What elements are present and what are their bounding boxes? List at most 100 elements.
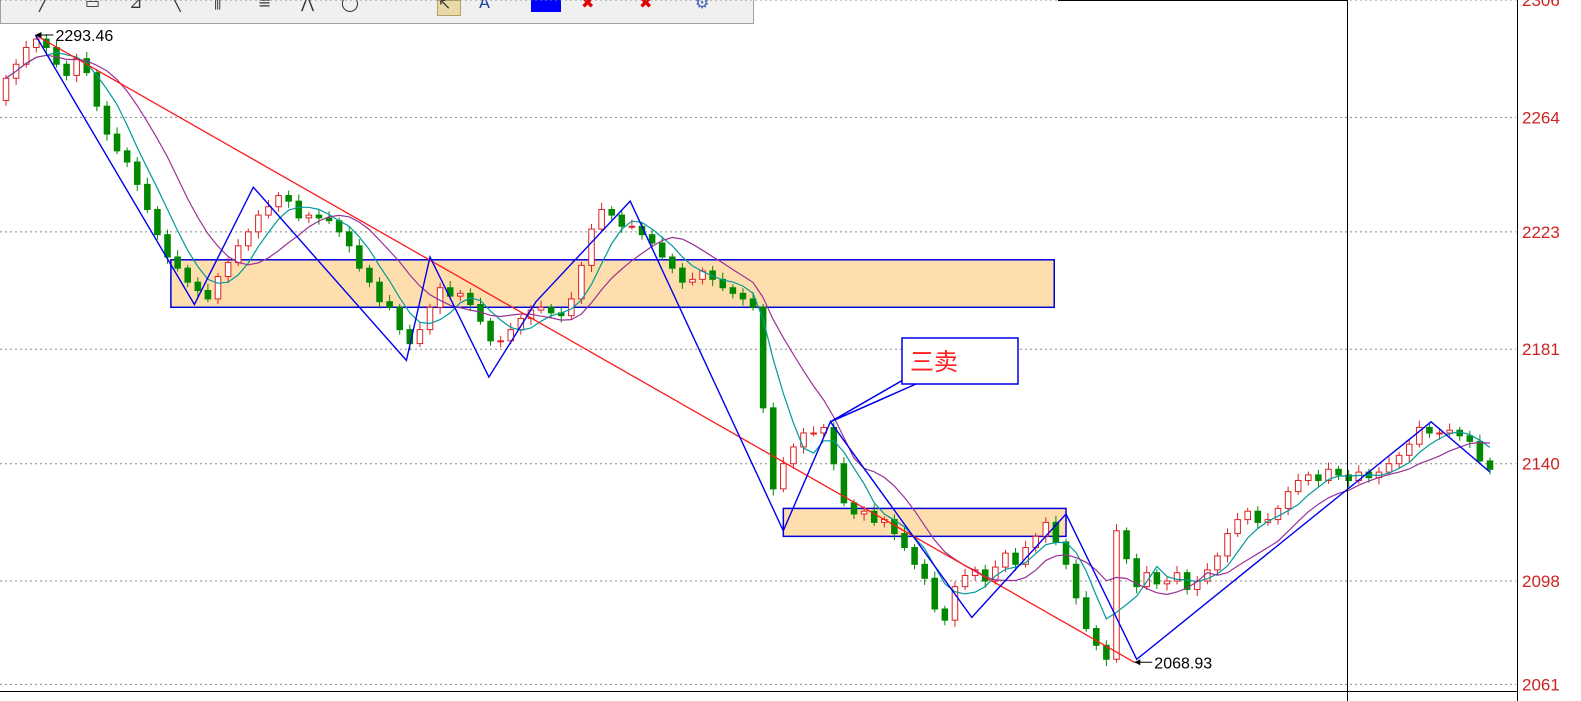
candle-body [325,217,333,222]
candle-body [224,262,232,278]
high-label: 2293.46 [55,28,113,45]
candle-body [931,577,939,610]
candle-body [366,267,373,283]
candle-body [184,267,191,283]
candle-body [1082,597,1090,630]
price-tick-label: 2061 [1522,675,1560,694]
candle-body [214,276,222,300]
candle-body [1062,541,1070,565]
extreme-arrow [1134,659,1141,666]
price-tick-label: 2181 [1522,340,1560,359]
candle-body [1254,510,1262,523]
candle-body [729,287,737,294]
candle-body [133,161,141,185]
candle-body [1093,628,1100,646]
candle-body [608,209,615,216]
candle-body [234,245,242,264]
candle-body [497,340,504,343]
candle-body [295,200,303,219]
candle-body [255,214,262,233]
candle-body [154,209,161,236]
candle-body [578,264,585,300]
candle-body [669,256,676,269]
candle-body [739,292,747,300]
candle-body [658,242,666,258]
price-tick-label: 2223 [1522,223,1560,242]
candle-body [1224,533,1231,557]
candle-body [810,432,817,435]
candle-body [103,105,111,135]
candle-body [1284,491,1292,509]
candle-body [376,281,383,303]
candle-body [537,306,545,311]
candle-body [769,407,777,490]
candle-body [618,214,626,227]
candle-body [1476,440,1484,462]
candle-body [1385,463,1393,473]
candle-body [356,245,363,269]
candle-body [941,608,949,621]
candle-body [457,292,464,297]
candle-body [63,63,70,76]
candle-body [961,574,969,588]
candle-body [1153,572,1161,585]
candle-body [1294,479,1302,493]
candle-body [426,306,434,331]
candle-body [1123,530,1130,560]
price-tick-label: 2306 [1522,0,1560,10]
candle-body [1405,443,1413,456]
candle-body [547,306,555,314]
price-tick-label: 2098 [1522,572,1560,591]
candle-body [780,463,787,490]
candle-body [436,287,444,308]
price-tick-label: 2264 [1522,108,1560,127]
candle-body [164,234,171,258]
callout-layer: 三卖 [830,337,1019,423]
candle-body [416,329,424,345]
candle-body [1436,432,1443,435]
candle-body [1446,429,1453,434]
candle-body [598,209,605,230]
candle-body [1163,580,1171,585]
candle-body [830,426,838,465]
candle-body [911,547,918,565]
candle-body [396,306,403,331]
low-label: 2068.93 [1154,655,1212,672]
candle-body [144,183,151,211]
candle-body [285,195,292,202]
candle-body [386,301,393,308]
candle-body [1234,519,1241,535]
candle-body [1244,510,1251,521]
ma-slow-line [5,54,1491,596]
candle-body [305,214,313,219]
gridlines [0,0,1516,685]
candle-body [1486,460,1494,470]
candles-layer [2,34,1494,666]
candle-body [850,502,858,515]
candle-body [194,281,202,292]
zones-layer [170,259,1067,538]
candle-body [245,231,252,247]
extreme-labels-layer: 2293.46 2068.93 [35,28,1212,672]
candle-body [1002,552,1009,568]
price-axis: 2306 2264 2223 2181 2140 2098 2061 [0,0,1560,701]
candle-body [265,206,272,216]
candle-body [1315,474,1322,481]
central-zone-box [170,259,1055,309]
candle-body [790,446,797,465]
candle-body [73,58,80,76]
candle-body [1335,468,1342,476]
callout-text: 三卖 [910,348,958,376]
candle-body [275,195,282,208]
candlestick-chart: 2293.46 2068.93 三卖 2306 2264 2223 2181 2140 20… [0,0,1560,701]
candle-body [1305,474,1312,481]
candle-body [628,225,636,228]
candle-body [648,234,656,244]
candle-body [1113,530,1120,660]
moving-averages-layer [5,51,1491,620]
central-zone-box [782,507,1067,538]
candle-body [345,231,353,247]
candle-body [2,77,10,102]
candle-body [487,320,494,342]
candle-body [1274,507,1282,521]
